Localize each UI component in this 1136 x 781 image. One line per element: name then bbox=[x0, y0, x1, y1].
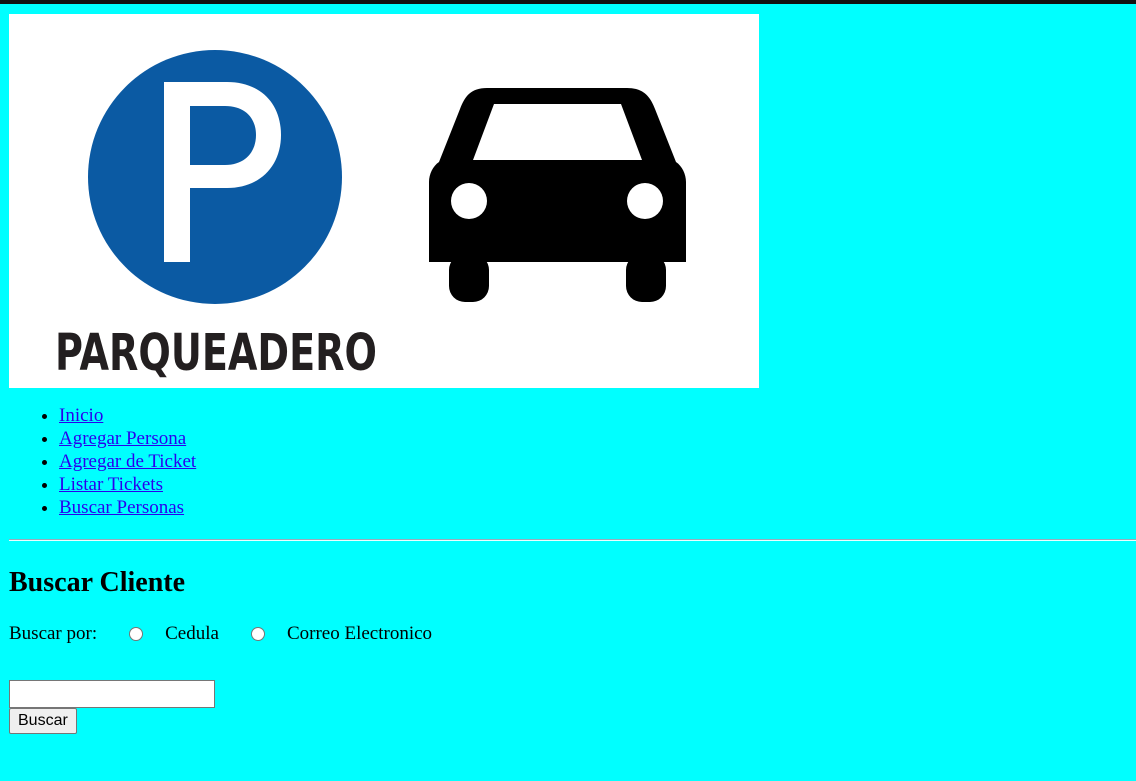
divider bbox=[9, 539, 1136, 541]
parking-sign-icon bbox=[88, 50, 342, 304]
nav-link-buscar-personas[interactable]: Buscar Personas bbox=[59, 497, 184, 518]
nav-item-agregar-ticket: Agregar de Ticket bbox=[59, 450, 1136, 473]
nav-item-inicio: Inicio bbox=[59, 404, 1136, 427]
nav-item-agregar-persona: Agregar Persona bbox=[59, 427, 1136, 450]
logo-graphic: PARQUEADERO bbox=[55, 50, 686, 383]
radio-correo-label: Correo Electronico bbox=[286, 623, 433, 644]
page-title: Buscar Cliente bbox=[9, 567, 186, 598]
search-by-group: Buscar por: Cedula Correo Electronico bbox=[9, 622, 1136, 646]
nav-link-inicio[interactable]: Inicio bbox=[59, 405, 103, 426]
nav-item-listar-tickets: Listar Tickets bbox=[59, 473, 1136, 496]
search-section: Buscar Cliente Buscar por: Cedula Correo… bbox=[0, 566, 1136, 734]
car-icon bbox=[429, 88, 686, 302]
nav-link-listar-tickets[interactable]: Listar Tickets bbox=[59, 474, 163, 495]
nav-item-buscar-personas: Buscar Personas bbox=[59, 496, 1136, 519]
nav-link-agregar-ticket[interactable]: Agregar de Ticket bbox=[59, 451, 196, 472]
radio-cedula-label: Cedula bbox=[165, 623, 219, 644]
page: PARQUEADERO Inicio Agregar Persona Agreg… bbox=[0, 4, 1136, 519]
nav-link-agregar-persona[interactable]: Agregar Persona bbox=[59, 428, 186, 449]
search-button[interactable]: Buscar bbox=[9, 708, 77, 734]
search-by-label: Buscar por: bbox=[9, 623, 98, 644]
radio-correo[interactable] bbox=[250, 627, 265, 641]
search-input[interactable] bbox=[9, 680, 215, 708]
parqueadero-logo: PARQUEADERO bbox=[9, 14, 759, 388]
radio-cedula[interactable] bbox=[129, 627, 144, 641]
main-nav: Inicio Agregar Persona Agregar de Ticket… bbox=[9, 404, 1136, 519]
logo-text: PARQUEADERO bbox=[55, 324, 377, 383]
